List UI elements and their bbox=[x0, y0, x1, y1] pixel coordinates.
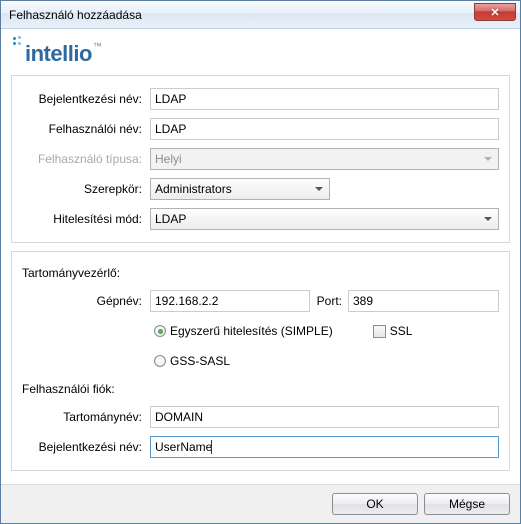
cancel-button[interactable]: Mégse bbox=[424, 493, 510, 515]
domain-name-input[interactable] bbox=[150, 406, 499, 428]
window-title: Felhasználó hozzáadása bbox=[9, 8, 142, 22]
app-logo: intellio™ bbox=[13, 37, 510, 67]
user-basic-group: Bejelentkezési név: Felhasználói név: Fe… bbox=[11, 75, 510, 243]
role-value: Administrators bbox=[155, 182, 232, 196]
close-icon: ✕ bbox=[490, 6, 499, 19]
account-login-value: UserName bbox=[155, 440, 212, 454]
login-name-label: Bejelentkezési név: bbox=[22, 92, 150, 106]
logo-icon bbox=[13, 37, 25, 51]
simple-auth-label: Egyszerű hitelesítés (SIMPLE) bbox=[170, 324, 333, 338]
domain-controller-title: Tartományvezérlő: bbox=[22, 264, 499, 290]
hostname-input[interactable] bbox=[150, 290, 310, 312]
user-name-label: Felhasználói név: bbox=[22, 122, 150, 136]
ok-button[interactable]: OK bbox=[332, 493, 418, 515]
account-login-label: Bejelentkezési név: bbox=[22, 440, 150, 454]
auth-mode-value: LDAP bbox=[155, 212, 186, 226]
dialog-window: Felhasználó hozzáadása ✕ intellio™ Bejel… bbox=[0, 0, 521, 524]
domain-name-label: Tartománynév: bbox=[22, 410, 150, 424]
user-name-input[interactable] bbox=[150, 118, 499, 140]
close-button[interactable]: ✕ bbox=[474, 3, 516, 21]
chevron-down-icon bbox=[484, 157, 492, 161]
chevron-down-icon bbox=[315, 187, 323, 191]
user-type-label: Felhasználó típusa: bbox=[22, 152, 150, 166]
user-account-title: Felhasználói fiók: bbox=[22, 380, 499, 406]
role-label: Szerepkör: bbox=[22, 182, 150, 196]
auth-mode-select[interactable]: LDAP bbox=[150, 208, 499, 230]
gss-sasl-radio[interactable]: GSS-SASL bbox=[154, 354, 230, 368]
radio-icon bbox=[154, 325, 166, 337]
auth-mode-label: Hitelesítési mód: bbox=[22, 212, 150, 226]
radio-icon bbox=[154, 355, 166, 367]
hostname-label: Gépnév: bbox=[22, 294, 150, 308]
login-name-input[interactable] bbox=[150, 88, 499, 110]
checkbox-icon bbox=[373, 325, 386, 338]
dialog-button-bar: OK Mégse bbox=[1, 484, 520, 523]
ldap-detail-group: Tartományvezérlő: Gépnév: Port: Egyszerű… bbox=[11, 251, 510, 471]
role-select[interactable]: Administrators bbox=[150, 178, 330, 200]
logo-text: intellio™ bbox=[25, 41, 101, 67]
simple-auth-radio[interactable]: Egyszerű hitelesítés (SIMPLE) bbox=[154, 324, 333, 338]
port-input[interactable] bbox=[348, 290, 499, 312]
gss-label: GSS-SASL bbox=[170, 354, 230, 368]
ssl-checkbox[interactable]: SSL bbox=[373, 324, 413, 338]
text-caret bbox=[211, 440, 212, 454]
user-type-value: Helyi bbox=[155, 152, 182, 166]
port-label: Port: bbox=[310, 294, 348, 308]
account-login-input[interactable]: UserName bbox=[150, 436, 499, 458]
chevron-down-icon bbox=[484, 217, 492, 221]
titlebar: Felhasználó hozzáadása ✕ bbox=[1, 1, 520, 29]
user-type-select: Helyi bbox=[150, 148, 499, 170]
ssl-label: SSL bbox=[390, 324, 413, 338]
